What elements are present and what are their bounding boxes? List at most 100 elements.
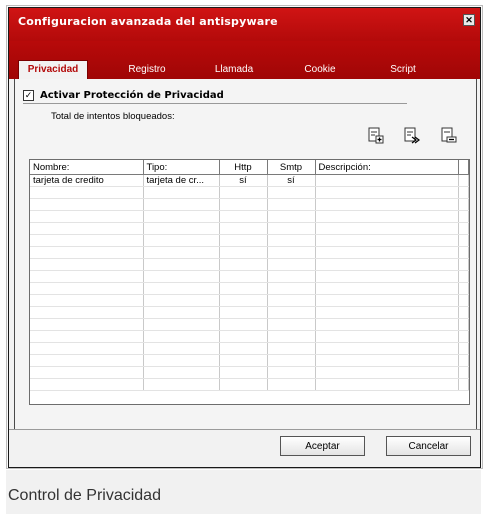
edit-rule-icon[interactable] (403, 126, 421, 144)
empty-cell (315, 294, 459, 307)
empty-table-row (30, 366, 469, 379)
empty-cell (143, 234, 220, 247)
tab-cookie[interactable]: Cookie (294, 61, 346, 78)
tab-privacidad[interactable]: Privacidad (18, 60, 88, 80)
col-header-descripcion[interactable]: Descripción: (315, 160, 459, 175)
empty-cell (267, 378, 316, 391)
privacy-toggle-row[interactable]: ✓ Activar Protección de Privacidad (23, 90, 224, 101)
empty-cell (315, 318, 459, 331)
empty-cell (458, 258, 469, 271)
empty-cell (30, 198, 144, 211)
empty-cell (458, 270, 469, 283)
empty-cell (143, 342, 220, 355)
privacy-checkbox[interactable]: ✓ (23, 90, 34, 101)
empty-cell (267, 318, 316, 331)
empty-cell (315, 342, 459, 355)
empty-cell (30, 330, 144, 343)
empty-cell (458, 294, 469, 307)
empty-cell (458, 246, 469, 259)
empty-cell (219, 294, 268, 307)
empty-cell (315, 282, 459, 295)
col-header-http[interactable]: Http (219, 160, 268, 175)
cancel-button[interactable]: Cancelar (386, 436, 471, 456)
empty-table-row (30, 318, 469, 331)
cell-tipo: tarjeta de cr... (143, 174, 220, 187)
col-header-tipo[interactable]: Tipo: (143, 160, 220, 175)
empty-cell (143, 318, 220, 331)
empty-cell (30, 222, 144, 235)
empty-cell (267, 258, 316, 271)
empty-cell (315, 186, 459, 199)
empty-table-row (30, 294, 469, 307)
empty-cell (219, 210, 268, 223)
window-title: Configuracion avanzada del antispyware (18, 15, 278, 28)
empty-cell (267, 294, 316, 307)
empty-cell (267, 246, 316, 259)
empty-cell (458, 210, 469, 223)
empty-cell (458, 234, 469, 247)
empty-cell (267, 306, 316, 319)
empty-cell (219, 186, 268, 199)
empty-cell (267, 234, 316, 247)
tab-registro[interactable]: Registro (117, 61, 177, 78)
empty-cell (315, 234, 459, 247)
delete-rule-icon[interactable] (439, 126, 457, 144)
empty-cell (458, 186, 469, 199)
empty-cell (219, 378, 268, 391)
accept-button[interactable]: Aceptar (280, 436, 365, 456)
settings-dialog: Configuracion avanzada del antispyware ✕… (8, 7, 481, 468)
tab-script[interactable]: Script (377, 61, 429, 78)
empty-table-row (30, 342, 469, 355)
empty-cell (143, 210, 220, 223)
empty-cell (219, 222, 268, 235)
blocked-attempts-label: Total de intentos bloqueados: (51, 111, 175, 122)
empty-cell (30, 210, 144, 223)
empty-cell (458, 198, 469, 211)
caption-text: Control de Privacidad (8, 487, 161, 504)
cell-filler (458, 174, 469, 187)
empty-cell (267, 366, 316, 379)
cell-descripcion (315, 174, 459, 187)
empty-cell (30, 234, 144, 247)
empty-cell (458, 378, 469, 391)
empty-table-row (30, 246, 469, 259)
empty-cell (267, 198, 316, 211)
empty-cell (267, 342, 316, 355)
add-rule-icon[interactable] (367, 126, 385, 144)
empty-cell (315, 366, 459, 379)
empty-table-row (30, 258, 469, 271)
title-bar: Configuracion avanzada del antispyware ✕ (9, 8, 480, 41)
privacy-rules-table: Nombre: Tipo: Http Smtp Descripción: tar… (29, 159, 470, 405)
empty-cell (143, 246, 220, 259)
empty-cell (143, 186, 220, 199)
table-row[interactable]: tarjeta de credito tarjeta de cr... sí s… (30, 174, 469, 187)
col-header-nombre[interactable]: Nombre: (30, 160, 144, 175)
cell-nombre: tarjeta de credito (30, 174, 144, 187)
empty-cell (315, 330, 459, 343)
empty-table-row (30, 234, 469, 247)
empty-cell (219, 198, 268, 211)
cell-http: sí (219, 174, 268, 187)
empty-cell (143, 282, 220, 295)
empty-cell (143, 354, 220, 367)
empty-cell (30, 366, 144, 379)
empty-cell (30, 318, 144, 331)
empty-cell (315, 222, 459, 235)
empty-cell (143, 306, 220, 319)
empty-cell (30, 306, 144, 319)
privacy-checkbox-label: Activar Protección de Privacidad (40, 90, 224, 101)
empty-cell (458, 306, 469, 319)
tab-llamada[interactable]: Llamada (205, 61, 263, 78)
empty-cell (219, 366, 268, 379)
empty-cell (458, 354, 469, 367)
empty-cell (315, 246, 459, 259)
close-icon[interactable]: ✕ (463, 14, 475, 26)
empty-cell (458, 282, 469, 295)
empty-cell (30, 354, 144, 367)
empty-cell (143, 258, 220, 271)
empty-cell (219, 270, 268, 283)
col-header-smtp[interactable]: Smtp (267, 160, 316, 175)
empty-table-row (30, 330, 469, 343)
empty-cell (458, 342, 469, 355)
empty-cell (30, 282, 144, 295)
